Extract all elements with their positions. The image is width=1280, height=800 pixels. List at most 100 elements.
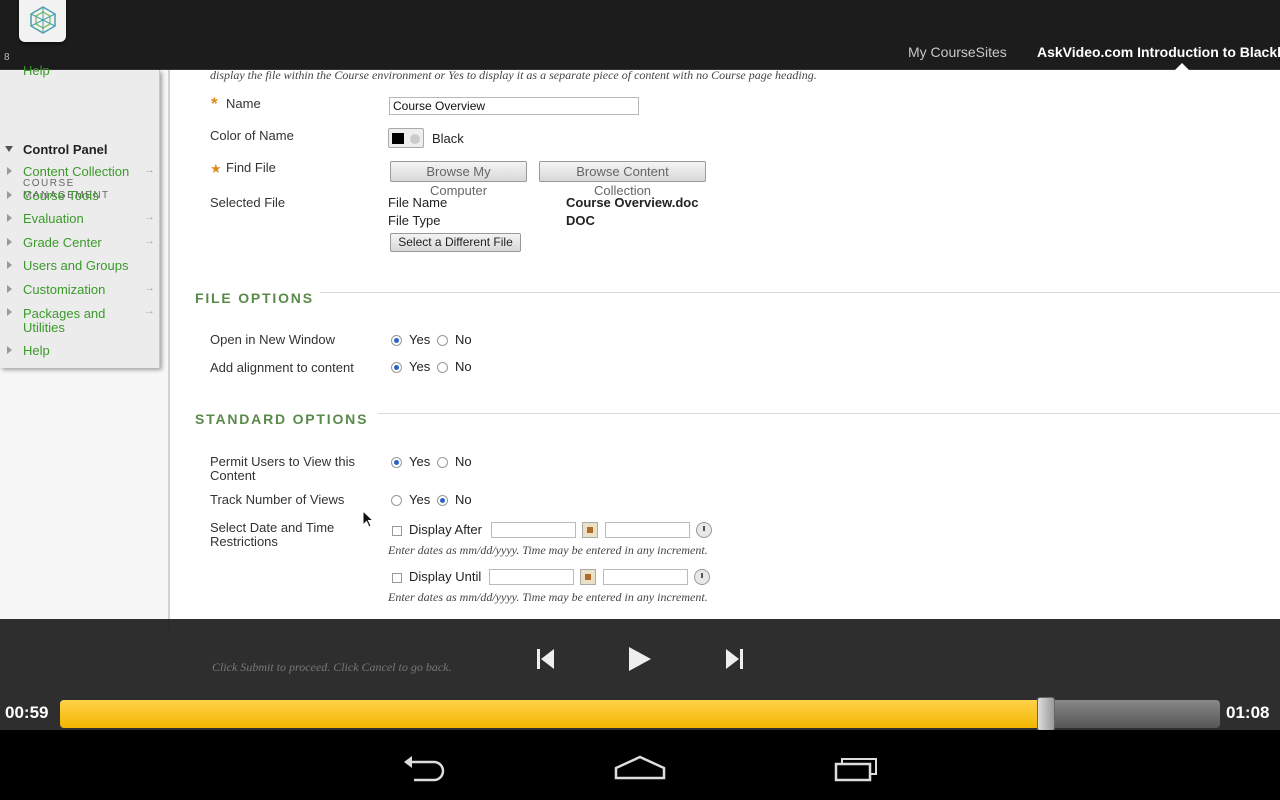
permit-users-yes-radio[interactable] <box>391 457 402 468</box>
sidebar-item-content-collection[interactable]: Content Collection <box>23 165 129 179</box>
required-star-icon: * <box>211 94 218 113</box>
track-views-label: Track Number of Views <box>210 492 345 507</box>
find-file-label: Find File <box>226 160 276 175</box>
nav-course-title[interactable]: AskVideo.com Introduction to Blackb <box>1037 44 1280 60</box>
chevron-right-icon <box>7 238 12 246</box>
permit-users-label: Permit Users to View this Content <box>210 454 355 483</box>
no-label: No <box>455 454 472 469</box>
divider <box>378 413 1280 414</box>
sidebar: Help COURSE MANAGEMENT Control Panel Con… <box>0 64 160 368</box>
seek-bar-handle[interactable] <box>1037 697 1055 731</box>
display-after-checkbox[interactable] <box>392 526 402 536</box>
chevron-right-icon <box>7 214 12 222</box>
color-value: Black <box>432 131 464 146</box>
file-options-heading: FILE OPTIONS <box>195 290 314 306</box>
display-until-time-input[interactable] <box>603 569 688 585</box>
expand-arrow-icon[interactable]: → <box>144 164 155 176</box>
date-restrictions-label: Select Date and Time Restrictions <box>210 520 335 549</box>
file-name-value: Course Overview.doc <box>566 195 699 210</box>
recent-apps-icon[interactable] <box>834 754 882 782</box>
display-after-time-input[interactable] <box>605 522 690 538</box>
expand-arrow-icon[interactable]: → <box>144 235 155 247</box>
file-name-label: File Name <box>388 195 448 210</box>
nav-my-coursesites[interactable]: My CourseSites <box>908 44 1007 60</box>
add-alignment-yes-radio[interactable] <box>391 362 402 373</box>
sidebar-item-packages-and-utilities[interactable]: Packages and Utilities <box>23 307 133 335</box>
file-type-label: File Type <box>388 213 441 228</box>
divider <box>320 292 1280 293</box>
sidebar-item-users-and-groups[interactable]: Users and Groups <box>23 259 129 273</box>
no-label: No <box>455 492 472 507</box>
select-different-file-button[interactable]: Select a Different File <box>390 233 521 252</box>
expand-arrow-icon[interactable]: → <box>144 305 155 317</box>
open-new-window-label: Open in New Window <box>210 332 335 347</box>
total-time: 01:08 <box>1226 703 1270 722</box>
file-type-value: DOC <box>566 213 595 228</box>
sidebar-item-help[interactable]: Help <box>23 344 50 358</box>
required-star-icon: ★ <box>210 161 222 176</box>
system-nav-bar <box>0 730 1280 800</box>
elapsed-time: 00:59 <box>5 703 49 722</box>
yes-label: Yes <box>409 454 431 469</box>
name-input[interactable] <box>389 97 639 115</box>
chevron-right-icon <box>7 285 12 293</box>
chevron-right-icon <box>7 261 12 269</box>
sidebar-item-customization[interactable]: Customization <box>23 283 105 297</box>
sidebar-item-grade-center[interactable]: Grade Center <box>23 236 102 250</box>
chevron-right-icon <box>7 191 12 199</box>
display-until-date-input[interactable] <box>489 569 574 585</box>
calendar-icon[interactable] <box>580 569 596 585</box>
selected-file-label: Selected File <box>210 195 286 210</box>
standard-options-heading: STANDARD OPTIONS <box>195 411 369 427</box>
track-views-yes-radio[interactable] <box>391 495 402 506</box>
yes-label: Yes <box>409 359 431 374</box>
clock-icon[interactable] <box>696 522 712 538</box>
coursesites-logo[interactable] <box>19 0 66 42</box>
no-label: No <box>455 332 472 347</box>
expand-arrow-icon[interactable]: → <box>144 211 155 223</box>
chevron-right-icon <box>7 167 12 175</box>
active-nav-pointer <box>1175 63 1189 70</box>
top-bar: 8 My CourseSites AskVideo.com Introducti… <box>0 0 1280 70</box>
sidebar-item-course-tools[interactable]: Course Tools <box>23 189 99 203</box>
permit-users-no-radio[interactable] <box>437 457 448 468</box>
browse-content-collection-button[interactable]: Browse Content Collection <box>539 161 706 198</box>
color-picker[interactable] <box>388 128 424 148</box>
add-alignment-no-radio[interactable] <box>437 362 448 373</box>
date-hint: Enter dates as mm/dd/yyyy. Time may be e… <box>388 590 708 604</box>
menu-glyph[interactable]: 8 <box>4 52 10 63</box>
no-label: No <box>455 359 472 374</box>
home-icon[interactable] <box>614 754 666 782</box>
chevron-right-icon <box>7 346 12 354</box>
date-hint: Enter dates as mm/dd/yyyy. Time may be e… <box>388 543 708 557</box>
color-of-name-label: Color of Name <box>210 128 294 143</box>
caret-down-icon <box>5 146 13 152</box>
skip-previous-icon[interactable] <box>530 644 560 674</box>
browse-my-computer-button[interactable]: Browse My Computer <box>390 161 527 198</box>
skip-next-icon[interactable] <box>720 644 750 674</box>
display-until-checkbox[interactable] <box>392 573 402 583</box>
add-alignment-label: Add alignment to content <box>210 360 354 375</box>
display-after-label: Display After <box>409 522 482 537</box>
sidebar-item-evaluation[interactable]: Evaluation <box>23 212 84 226</box>
yes-label: Yes <box>409 492 431 507</box>
open-new-window-no-radio[interactable] <box>437 335 448 346</box>
name-label: Name <box>226 96 261 111</box>
chevron-right-icon <box>7 308 12 316</box>
yes-label: Yes <box>409 332 431 347</box>
display-after-date-input[interactable] <box>491 522 576 538</box>
logo-icon <box>30 6 56 34</box>
mouse-cursor-icon <box>362 510 374 528</box>
expand-arrow-icon[interactable]: → <box>144 282 155 294</box>
clock-icon[interactable] <box>694 569 710 585</box>
sidebar-item-help-top[interactable]: Help <box>23 64 50 78</box>
display-until-label: Display Until <box>409 569 482 584</box>
calendar-icon[interactable] <box>582 522 598 538</box>
control-panel-label[interactable]: Control Panel <box>23 142 108 157</box>
play-icon[interactable] <box>624 644 654 674</box>
open-new-window-yes-radio[interactable] <box>391 335 402 346</box>
back-icon[interactable] <box>400 754 448 782</box>
submit-hint: Click Submit to proceed. Click Cancel to… <box>212 660 452 674</box>
instruction-text: display the file within the Course envir… <box>210 68 817 82</box>
track-views-no-radio[interactable] <box>437 495 448 506</box>
